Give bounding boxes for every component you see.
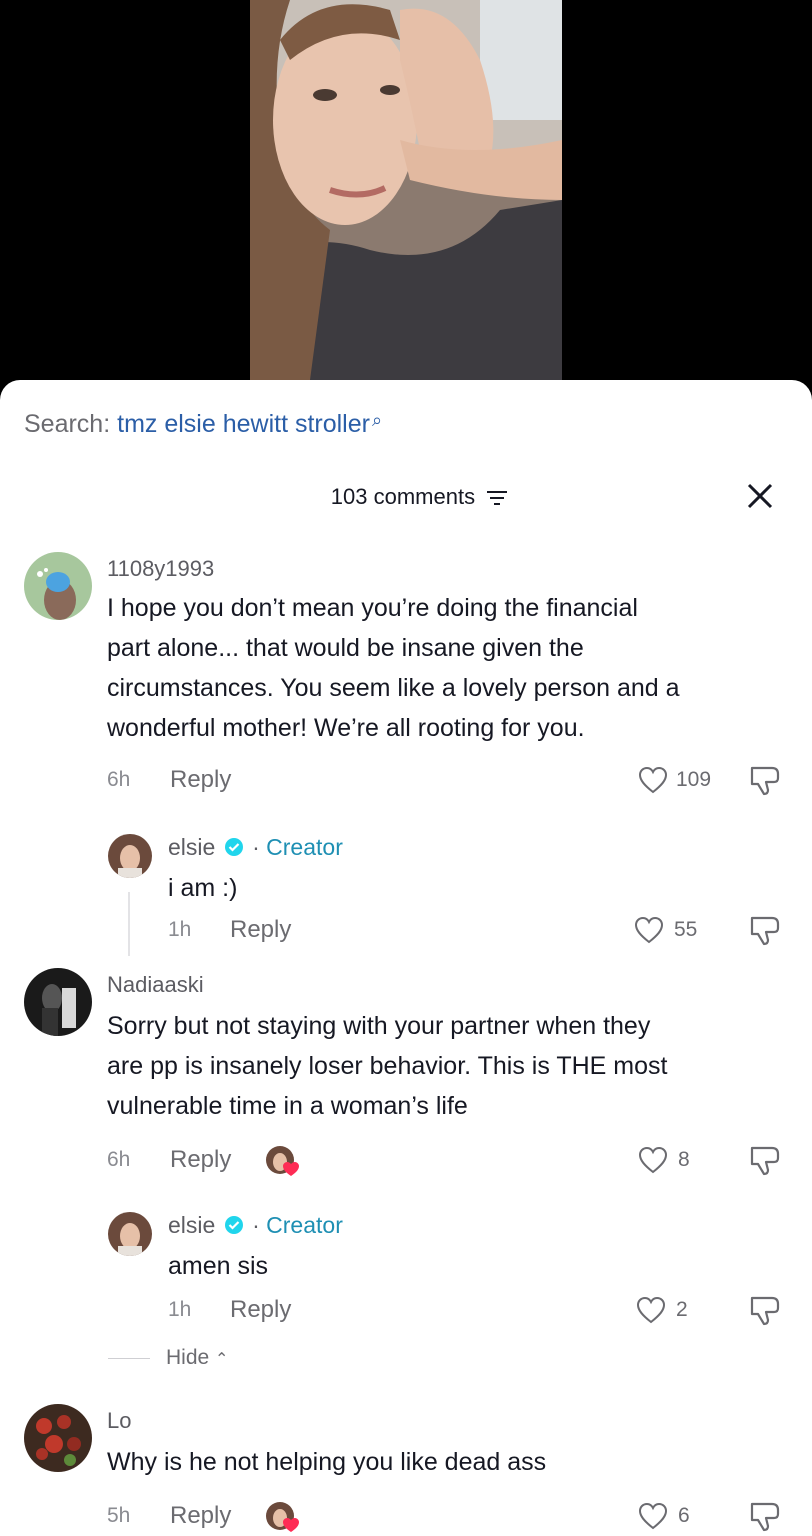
reply-button[interactable]: Reply xyxy=(230,916,291,944)
comment-text-line: Sorry but not staying with your partner … xyxy=(107,1012,651,1040)
reply-button[interactable]: Reply xyxy=(230,1296,291,1324)
comment-text: Sorry but not staying with your partner … xyxy=(107,1006,807,1126)
close-icon[interactable] xyxy=(746,482,774,510)
comment-time: 6h xyxy=(107,768,131,791)
verified-icon xyxy=(224,1216,243,1234)
heart-icon[interactable] xyxy=(638,766,668,794)
creator-badge: Creator xyxy=(266,834,343,860)
divider xyxy=(108,1357,150,1359)
creator-avatar[interactable] xyxy=(108,834,152,878)
separator-dot: · xyxy=(252,1212,260,1238)
like-count: 55 xyxy=(674,918,698,941)
creator-avatar[interactable] xyxy=(108,1212,152,1256)
comment-text-line: wonderful mother! We’re all rooting for … xyxy=(107,714,585,742)
reply-time: 1h xyxy=(168,918,192,941)
comments-sheet: Search: tmz elsie hewitt stroller ⌕ 103 c… xyxy=(0,380,812,1536)
comment-count-sort[interactable]: 103 comments xyxy=(0,484,812,510)
reply-author-line: elsie · Creator xyxy=(168,1212,343,1239)
creator-liked-icon xyxy=(266,1146,299,1176)
comment-text-line: vulnerable time in a woman’s life xyxy=(107,1092,468,1120)
thread-line xyxy=(128,892,130,956)
comment-username[interactable]: Lo xyxy=(107,1408,131,1434)
video-thumbnail[interactable] xyxy=(250,0,562,380)
search-label: Search: xyxy=(24,410,111,438)
comment-text-line: are pp is insanely loser behavior. This … xyxy=(107,1052,668,1080)
reply-username[interactable]: elsie xyxy=(168,834,215,860)
like-count: 2 xyxy=(676,1298,688,1321)
reply-button[interactable]: Reply xyxy=(170,1502,231,1530)
separator-dot: · xyxy=(252,834,260,860)
like-count: 8 xyxy=(678,1148,690,1171)
comment-text-line: Why is he not helping you like dead ass xyxy=(107,1448,547,1476)
creator-liked-icon xyxy=(266,1502,299,1532)
reply-text: amen sis xyxy=(168,1252,269,1280)
reply-text: i am :) xyxy=(168,874,238,902)
dislike-icon[interactable] xyxy=(748,1294,782,1326)
heart-icon[interactable] xyxy=(636,1296,666,1324)
video-area[interactable] xyxy=(0,0,812,380)
comment-text-line: circumstances. You seem like a lovely pe… xyxy=(107,674,680,702)
comment-text-line: part alone... that would be insane given… xyxy=(107,634,584,662)
avatar[interactable] xyxy=(24,968,92,1036)
comment-username[interactable]: Nadiaaski xyxy=(107,972,204,998)
comment-text: Why is he not helping you like dead ass xyxy=(107,1442,807,1482)
comment-time: 5h xyxy=(107,1504,131,1527)
avatar[interactable] xyxy=(24,1404,92,1472)
reply-time: 1h xyxy=(168,1298,192,1321)
avatar[interactable] xyxy=(24,552,92,620)
reply-button[interactable]: Reply xyxy=(170,766,231,794)
comment-time: 6h xyxy=(107,1148,131,1171)
search-suggestion[interactable]: Search: tmz elsie hewitt stroller ⌕ xyxy=(24,410,382,439)
heart-icon[interactable] xyxy=(638,1502,668,1530)
reply-button[interactable]: Reply xyxy=(170,1146,231,1174)
dislike-icon[interactable] xyxy=(748,1500,782,1532)
comment-text: I hope you don’t mean you’re doing the f… xyxy=(107,588,807,748)
filter-icon[interactable] xyxy=(485,489,509,507)
creator-badge: Creator xyxy=(266,1212,343,1238)
comment-username[interactable]: 1108y1993 xyxy=(107,556,214,582)
reply-username[interactable]: elsie xyxy=(168,1212,215,1238)
hide-replies-button[interactable]: Hide ⌃ xyxy=(108,1346,228,1370)
chevron-up-icon: ⌃ xyxy=(215,1351,229,1368)
dislike-icon[interactable] xyxy=(748,914,782,946)
comment-count: 103 comments xyxy=(330,484,476,509)
search-icon: ⌕ xyxy=(371,410,383,430)
hide-label: Hide xyxy=(166,1346,210,1369)
comment-text-line: I hope you don’t mean you’re doing the f… xyxy=(107,594,638,622)
like-count: 109 xyxy=(676,768,712,791)
dislike-icon[interactable] xyxy=(748,764,782,796)
heart-icon[interactable] xyxy=(638,1146,668,1174)
dislike-icon[interactable] xyxy=(748,1144,782,1176)
search-query-link[interactable]: tmz elsie hewitt stroller xyxy=(117,410,370,438)
comments-header: 103 comments xyxy=(0,482,812,520)
like-count: 6 xyxy=(678,1504,690,1527)
heart-icon[interactable] xyxy=(634,916,664,944)
reply-author-line: elsie · Creator xyxy=(168,834,343,861)
verified-icon xyxy=(224,838,243,856)
